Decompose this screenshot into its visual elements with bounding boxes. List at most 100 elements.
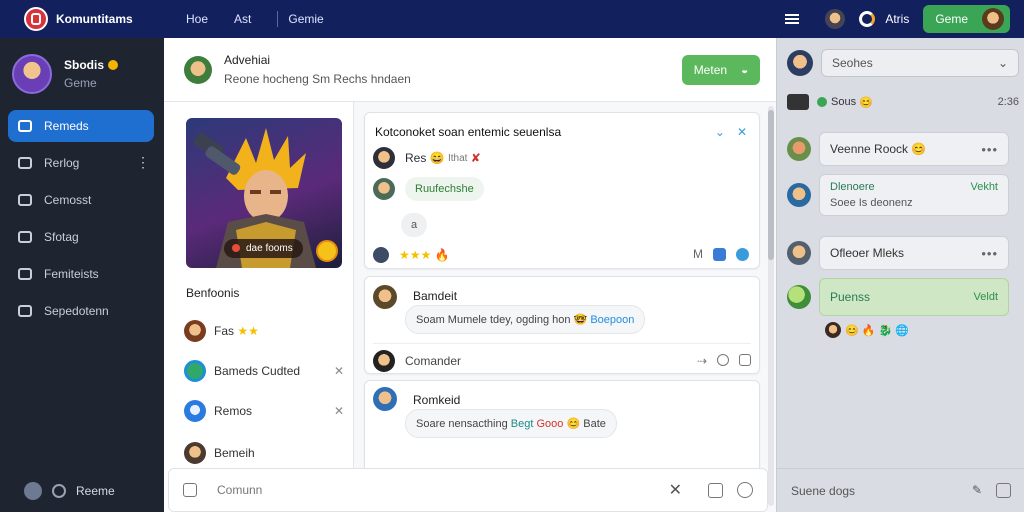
collapse-icon[interactable]: ⌄ — [715, 125, 725, 139]
sidebar-item-label: Sfotag — [44, 230, 79, 244]
left-sidebar: Sbodis Geme Remeds Rerlog ⋮ Cemosst Sfot… — [0, 38, 164, 512]
share-icon[interactable]: ⇢ — [697, 354, 707, 368]
tv-icon — [787, 94, 809, 110]
join-button[interactable]: Meten ◒ — [682, 54, 760, 85]
more-icon[interactable]: ••• — [981, 246, 998, 261]
profile-block[interactable]: Sbodis Geme — [0, 38, 164, 110]
friend-avatar — [184, 442, 206, 464]
gif-icon[interactable] — [708, 482, 723, 498]
card-foot-letter[interactable]: M — [693, 247, 703, 261]
message-avatar — [373, 247, 389, 263]
sidebar-item-0[interactable]: Remeds — [8, 110, 154, 142]
edit-icon[interactable]: ✎ — [972, 483, 982, 498]
check-icon[interactable] — [736, 247, 749, 261]
friend-item[interactable]: Bemeih — [184, 442, 344, 464]
game-artwork[interactable]: dae fooms — [186, 118, 342, 268]
sidebar-item-label: Femiteists — [44, 267, 99, 281]
contact-label: Ofleoer Mleks — [830, 246, 905, 260]
comment-row[interactable]: Comander ⇢ — [373, 343, 751, 372]
emoji-icon: 😊 — [911, 142, 927, 156]
contact-item[interactable]: Veenne Roock 😊 ••• — [787, 132, 1009, 166]
card-actions: M — [693, 247, 749, 261]
home-icon — [18, 120, 32, 132]
right-panel: Seohes ⌄ Sous 😊 2:36 Veenne Roock 😊 ••• … — [776, 38, 1024, 512]
sidebar-item-4[interactable]: Femiteists — [8, 258, 154, 290]
top-user-label[interactable]: Atris — [885, 12, 909, 26]
sidebar-item-3[interactable]: Sfotag — [8, 221, 154, 253]
top-avatar[interactable] — [825, 9, 846, 29]
chat-card-title: Kotconoket soan entemic seuenlsa — [375, 125, 562, 139]
close-icon[interactable]: ✕ — [334, 364, 344, 378]
message-input[interactable] — [217, 483, 669, 497]
message-row[interactable]: a — [401, 213, 428, 237]
game-badge-icon — [316, 240, 338, 262]
friend-label: Remos — [214, 404, 253, 418]
comment-label: Comander — [405, 354, 462, 368]
chat-subtitle: Reone hocheng Sm Rechs hndaen — [224, 72, 411, 86]
post-link[interactable]: Boepoon — [590, 314, 634, 326]
sidebar-item-2[interactable]: Cemosst — [8, 184, 154, 216]
post-highlight-red[interactable]: Gooo — [537, 418, 564, 430]
top-right-controls: Atris Geme — [785, 5, 1024, 33]
contact-avatar — [787, 137, 811, 161]
contact-tag[interactable]: Vekht — [970, 181, 998, 193]
sidebar-item-5[interactable]: Sepedotenn — [8, 295, 154, 327]
search-input[interactable]: Seohes ⌄ — [821, 49, 1019, 77]
right-footer-label[interactable]: Suene dogs — [791, 484, 855, 498]
sidebar-footer[interactable]: Reeme — [24, 482, 115, 500]
nav-link-home[interactable]: Hoe — [186, 12, 208, 26]
nav-link-game[interactable]: Gemie — [288, 12, 323, 26]
contact-item[interactable]: Dlenoere Soee Is deonenz Vekht — [787, 174, 1009, 216]
game-button[interactable]: Geme — [923, 5, 1010, 33]
friend-item[interactable]: Fas ★★ — [184, 320, 344, 342]
feed-scrollbar[interactable] — [768, 106, 774, 506]
message-bubble: a — [401, 213, 428, 237]
chat-header-avatar[interactable] — [184, 55, 212, 84]
chat-header: Advehiai Reone hocheng Sm Rechs hndaen M… — [164, 38, 776, 102]
tag-icon — [18, 268, 32, 280]
friend-label: Bemeih — [214, 446, 255, 460]
clear-icon[interactable]: ✕ — [669, 480, 682, 500]
send-icon[interactable] — [737, 482, 753, 498]
post-author: Bamdeit — [413, 289, 458, 303]
sidebar-item-1[interactable]: Rerlog ⋮ — [8, 147, 154, 179]
inbox-icon[interactable] — [996, 483, 1011, 498]
contact-item[interactable]: Ofleoer Mleks ••• — [787, 236, 1009, 270]
contact-item[interactable]: Puenss Veldt — [787, 278, 1009, 316]
more-icon[interactable]: ••• — [981, 142, 998, 157]
attach-icon[interactable] — [183, 483, 197, 497]
like-icon[interactable] — [717, 354, 729, 366]
more-icon[interactable]: ⋮ — [136, 155, 150, 169]
profile-name: Sbodis — [64, 58, 119, 72]
post-avatar — [373, 285, 397, 309]
close-icon[interactable]: ✕ — [737, 125, 747, 139]
share-icon[interactable] — [713, 247, 726, 261]
sidebar-footer-label: Reeme — [76, 484, 115, 498]
message-row[interactable]: Res 😄 Ithat ✘ — [373, 147, 481, 169]
message-row[interactable]: Ruufechshe — [373, 177, 484, 201]
nav-link-all[interactable]: Ast — [234, 12, 251, 26]
close-icon[interactable]: ✕ — [334, 404, 344, 418]
message-composer: ✕ — [168, 468, 768, 512]
friend-item[interactable]: Bameds Cudted ✕ — [184, 360, 344, 382]
reaction-icon: ✘ — [470, 151, 481, 165]
friend-label: Bameds Cudted — [214, 364, 301, 378]
contact-tag[interactable]: Veldt — [974, 291, 998, 303]
timer-icon[interactable] — [859, 11, 876, 27]
message-avatar — [373, 178, 395, 200]
post-text: Soam Mumele tdey, ogding hon — [416, 314, 571, 326]
friend-item[interactable]: Remos ✕ — [184, 400, 344, 422]
game-tag-chip[interactable]: dae fooms — [224, 239, 303, 258]
reaction-avatar — [825, 322, 841, 338]
post-text-end: Bate — [583, 418, 606, 430]
contact-card: Veenne Roock 😊 ••• — [819, 132, 1009, 166]
emoji-picker-icon[interactable] — [739, 354, 751, 366]
post-bubble: Soam Mumele tdey, ogding hon 🤓 Boepoon — [405, 305, 646, 334]
game-button-label: Geme — [935, 12, 968, 26]
search-avatar[interactable] — [787, 50, 813, 76]
chevron-down-icon[interactable]: ⌄ — [998, 56, 1008, 70]
sidebar-item-label: Cemosst — [44, 193, 92, 207]
app-logo-icon[interactable] — [24, 7, 48, 31]
post-highlight[interactable]: Begt — [511, 418, 534, 430]
menu-icon[interactable] — [785, 14, 800, 24]
